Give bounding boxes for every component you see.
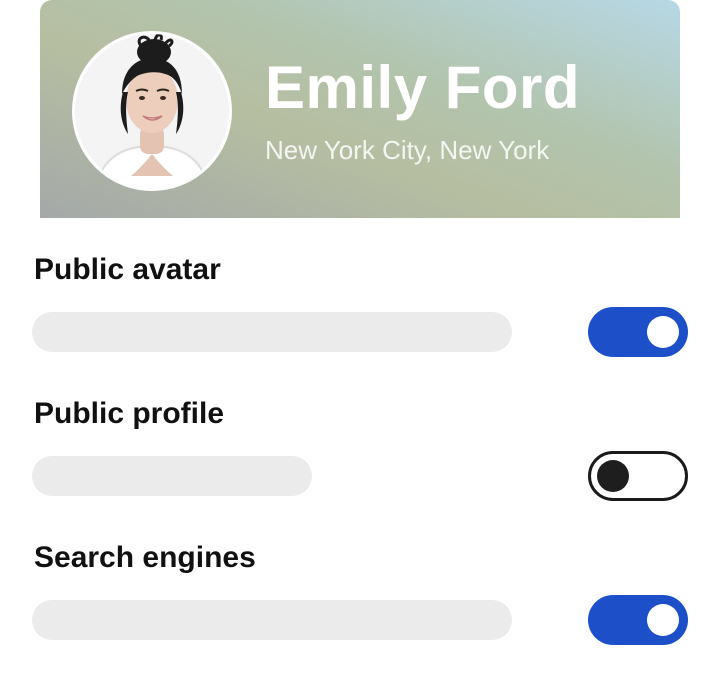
toggle-knob — [647, 604, 679, 636]
profile-location: New York City, New York — [265, 135, 550, 165]
search-engines-toggle[interactable] — [588, 595, 688, 645]
toggle-knob — [597, 460, 629, 492]
avatar[interactable] — [72, 31, 232, 191]
profile-header: Emily Ford New York City, New York — [40, 0, 680, 218]
toggle-knob — [647, 316, 679, 348]
profile-name: Emily Ford — [265, 54, 581, 121]
setting-title: Search engines — [34, 541, 256, 574]
public-profile-toggle[interactable] — [588, 451, 688, 501]
description-placeholder — [32, 600, 512, 640]
description-placeholder — [32, 456, 312, 496]
setting-search-engines: Search engines — [32, 540, 688, 650]
setting-title: Public avatar — [34, 253, 221, 286]
setting-public-avatar: Public avatar — [32, 252, 688, 362]
description-placeholder — [32, 312, 512, 352]
public-avatar-toggle[interactable] — [588, 307, 688, 357]
setting-title: Public profile — [34, 397, 225, 430]
avatar-photo — [75, 34, 229, 188]
setting-public-profile: Public profile — [32, 396, 688, 506]
